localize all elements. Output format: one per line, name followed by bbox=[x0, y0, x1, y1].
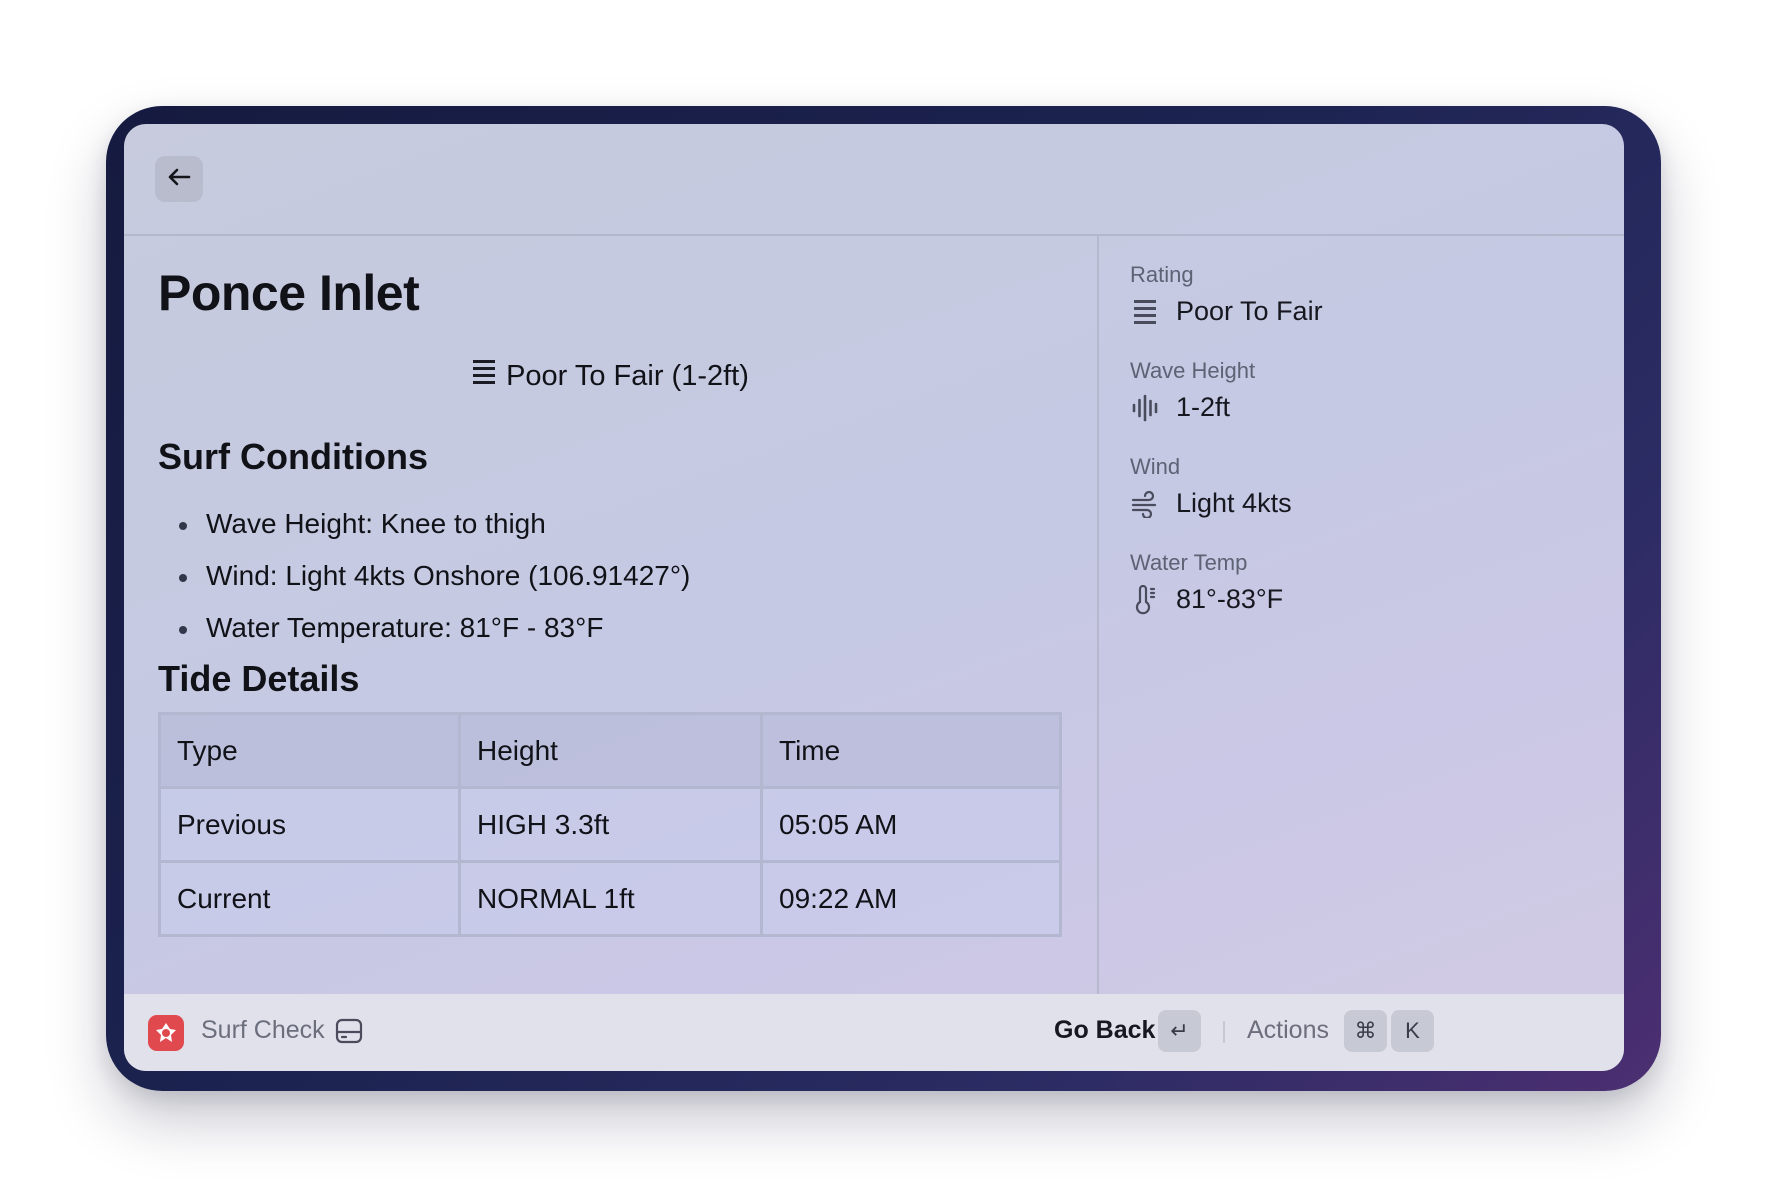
metadata-water-temp-value: 81°-83°F bbox=[1130, 584, 1283, 615]
surf-conditions-list: Wave Height: Knee to thigh Wind: Light 4… bbox=[158, 504, 690, 660]
top-bar bbox=[124, 124, 1624, 236]
table-cell: Current bbox=[158, 860, 461, 937]
metadata-value-text: 81°-83°F bbox=[1176, 584, 1284, 614]
command-key-hint: ⌘ bbox=[1344, 1010, 1387, 1052]
go-back-action[interactable]: Go Back bbox=[1054, 1016, 1155, 1045]
drive-icon[interactable] bbox=[334, 1016, 366, 1048]
detail-content: Ponce Inlet Poor To Fair (1-2ft) Surf Co… bbox=[158, 236, 1078, 994]
table-cell: 05:05 AM bbox=[760, 786, 1062, 863]
table-cell: Previous bbox=[158, 786, 461, 863]
app-name: Surf Check bbox=[201, 1016, 325, 1044]
metadata-panel: Rating Poor To Fair Wave Height 1-2ft Wi… bbox=[1130, 236, 1600, 936]
waveform-icon bbox=[1130, 393, 1160, 423]
list-item: Wind: Light 4kts Onshore (106.91427°) bbox=[158, 556, 690, 608]
surf-conditions-heading: Surf Conditions bbox=[158, 436, 428, 477]
metadata-value-text: Poor To Fair bbox=[1176, 296, 1323, 326]
metadata-rating-value: Poor To Fair bbox=[1130, 296, 1323, 327]
thermometer-icon bbox=[1130, 584, 1160, 615]
metadata-label: Rating bbox=[1130, 262, 1194, 287]
tide-table: Type Height Time Previous HIGH 3.3ft 05:… bbox=[158, 712, 1062, 937]
metadata-label: Wave Height bbox=[1130, 358, 1256, 383]
metadata-wave-height-value: 1-2ft bbox=[1130, 392, 1230, 423]
metadata-wind-value: Light 4kts bbox=[1130, 488, 1292, 519]
metadata-value-text: 1-2ft bbox=[1176, 392, 1231, 422]
enter-key-hint: ↵ bbox=[1158, 1010, 1201, 1052]
rating-bars-icon bbox=[1130, 297, 1160, 327]
column-header: Time bbox=[760, 712, 1062, 789]
k-key-hint: K bbox=[1391, 1010, 1434, 1052]
metadata-value-text: Light 4kts bbox=[1176, 488, 1292, 518]
column-header: Type bbox=[158, 712, 461, 789]
table-header-row: Type Height Time bbox=[158, 712, 1062, 789]
column-header: Height bbox=[458, 712, 763, 789]
panel-divider bbox=[1097, 236, 1099, 994]
table-row: Current NORMAL 1ft 09:22 AM bbox=[158, 860, 1062, 937]
wind-icon bbox=[1130, 489, 1160, 519]
table-cell: NORMAL 1ft bbox=[458, 860, 763, 937]
action-bar: Surf Check Go Back ↵ Actions ⌘ K bbox=[124, 994, 1624, 1071]
rating-summary-text: Poor To Fair (1-2ft) bbox=[506, 359, 749, 392]
page-title: Ponce Inlet bbox=[158, 265, 420, 321]
list-item: Wave Height: Knee to thigh bbox=[158, 504, 690, 556]
back-button[interactable] bbox=[155, 156, 203, 202]
rating-bars-icon bbox=[472, 358, 506, 394]
metadata-label: Wind bbox=[1130, 454, 1181, 479]
extension-window: Ponce Inlet Poor To Fair (1-2ft) Surf Co… bbox=[124, 124, 1624, 1071]
table-cell: 09:22 AM bbox=[760, 860, 1062, 937]
metadata-label: Water Temp bbox=[1130, 550, 1248, 575]
table-cell: HIGH 3.3ft bbox=[458, 786, 763, 863]
rating-summary: Poor To Fair (1-2ft) bbox=[158, 358, 1063, 394]
tide-details-heading: Tide Details bbox=[158, 658, 360, 699]
list-item: Water Temperature: 81°F - 83°F bbox=[158, 608, 690, 660]
action-separator bbox=[1223, 1021, 1225, 1043]
actions-button[interactable]: Actions bbox=[1247, 1016, 1329, 1045]
arrow-left-icon bbox=[167, 167, 191, 192]
surf-check-app-icon bbox=[148, 1015, 184, 1051]
desktop-background: Ponce Inlet Poor To Fair (1-2ft) Surf Co… bbox=[0, 0, 1767, 1197]
table-row: Previous HIGH 3.3ft 05:05 AM bbox=[158, 786, 1062, 863]
